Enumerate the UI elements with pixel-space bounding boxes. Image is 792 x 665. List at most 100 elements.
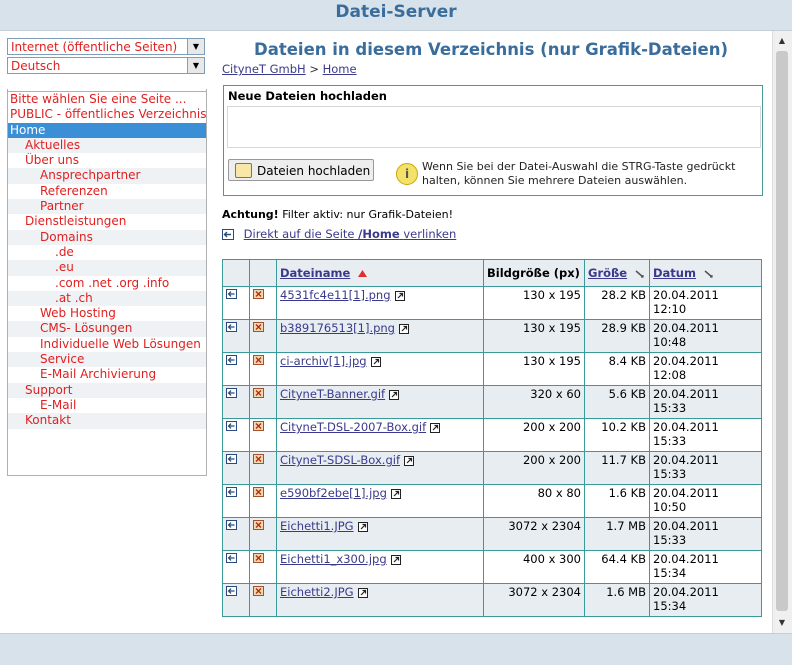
insert-icon[interactable] [226, 519, 237, 533]
filename-cell: Eichetti1.JPG [276, 517, 484, 551]
sidebar-item[interactable]: Domains [8, 229, 206, 245]
vertical-scrollbar[interactable]: ▲ ▼ [772, 31, 792, 633]
sidebar-item[interactable]: .de [8, 245, 206, 260]
open-external-icon[interactable] [391, 288, 405, 302]
file-link[interactable]: CityneT-Banner.gif [280, 387, 385, 401]
delete-icon[interactable] [253, 387, 264, 401]
sidebar-item[interactable]: PUBLIC - öffentliches Verzeichnis [8, 107, 206, 122]
dimensions-cell: 3072 x 2304 [483, 583, 585, 617]
sidebar-item[interactable]: Kontakt [8, 413, 206, 429]
file-link[interactable]: CityneT-SDSL-Box.gif [280, 453, 400, 467]
delete-icon[interactable] [253, 321, 264, 335]
sidebar-item[interactable]: Partner [8, 199, 206, 215]
site-select[interactable]: Internet (öffentliche Seiten) ▼ [7, 38, 205, 55]
chevron-down-icon[interactable]: ▼ [187, 58, 204, 73]
sort-by-date-link[interactable]: Datum [653, 266, 696, 280]
insert-cell [222, 583, 250, 617]
file-link[interactable]: Eichetti1.JPG [280, 519, 354, 533]
open-external-icon[interactable] [395, 321, 409, 335]
direct-link-row[interactable]: Direkt auf die Seite /Home verlinken [222, 227, 456, 241]
insert-icon[interactable] [226, 486, 237, 500]
sort-asc-icon [358, 270, 368, 277]
sidebar-item[interactable]: Support [8, 382, 206, 398]
scroll-down-icon[interactable]: ▼ [776, 617, 788, 629]
size-cell: 8.4 KB [584, 352, 650, 386]
open-external-icon[interactable] [354, 519, 368, 533]
file-link[interactable]: Eichetti1_x300.jpg [280, 552, 387, 566]
direct-link[interactable]: Direkt auf die Seite /Home verlinken [244, 227, 457, 241]
column-size[interactable]: Größe [584, 259, 650, 287]
sidebar-item[interactable]: E-Mail [8, 398, 206, 413]
sidebar-item[interactable]: Dienstleistungen [8, 214, 206, 229]
file-link[interactable]: 4531fc4e11[1].png [280, 288, 391, 302]
delete-icon[interactable] [253, 552, 264, 566]
open-external-icon[interactable] [354, 585, 368, 599]
size-cell: 1.6 MB [584, 583, 650, 617]
table-header-row: Dateiname Bildgröße (px) Größe Datum [222, 259, 762, 287]
sidebar-item[interactable]: Individuelle Web Lösungen [8, 337, 206, 352]
filename-cell: CityneT-Banner.gif [276, 385, 484, 419]
delete-cell [249, 418, 277, 452]
insert-icon[interactable] [226, 453, 237, 467]
sidebar-item[interactable]: .at .ch [8, 290, 206, 307]
date-value: 20.04.2011 [653, 486, 719, 500]
open-external-icon[interactable] [387, 486, 401, 500]
open-external-icon[interactable] [385, 387, 400, 401]
sort-by-name-link[interactable]: Dateiname [280, 266, 350, 280]
chevron-down-icon[interactable]: ▼ [187, 39, 204, 54]
upload-button[interactable]: Dateien hochladen [228, 159, 374, 181]
sort-by-size-link[interactable]: Größe [588, 266, 627, 280]
delete-icon[interactable] [253, 585, 264, 599]
insert-cell [222, 352, 250, 386]
sidebar-item[interactable]: CMS- Lösungen [8, 321, 206, 337]
table-row: Eichetti1.JPG 3072 x 2304 1.7 MB 20.04.2011… [222, 517, 762, 551]
file-link[interactable]: b389176513[1].png [280, 321, 395, 335]
delete-icon[interactable] [253, 354, 264, 368]
language-select[interactable]: Deutsch ▼ [7, 57, 205, 74]
delete-icon[interactable] [253, 519, 264, 533]
open-external-icon[interactable] [400, 453, 414, 467]
column-filename[interactable]: Dateiname [276, 259, 484, 287]
file-drop-area[interactable] [227, 106, 761, 148]
insert-icon[interactable] [226, 585, 237, 599]
breadcrumb-root-link[interactable]: CityneT GmbH [222, 62, 306, 76]
insert-icon[interactable] [226, 552, 237, 566]
insert-icon[interactable] [226, 387, 237, 401]
sidebar-item[interactable]: Home [8, 122, 206, 138]
sidebar-item[interactable]: E-Mail Archivierung [8, 367, 206, 382]
sidebar-item[interactable]: Aktuelles [8, 137, 206, 154]
app-title: Datei-Server [335, 2, 457, 22]
scrollbar-thumb[interactable] [776, 51, 788, 611]
sidebar-item[interactable]: Bitte wählen Sie eine Seite ... [8, 91, 206, 107]
scroll-up-icon[interactable]: ▲ [776, 35, 788, 47]
delete-icon[interactable] [253, 288, 264, 302]
sidebar-item[interactable]: Web Hosting [8, 306, 206, 321]
sidebar-item[interactable]: Über uns [8, 153, 206, 168]
breadcrumb-current-link[interactable]: Home [323, 62, 357, 76]
sidebar-item[interactable]: .com .net .org .info [8, 276, 206, 291]
insert-icon[interactable] [226, 420, 237, 434]
insert-cell [222, 385, 250, 419]
file-link[interactable]: e590bf2ebe[1].jpg [280, 486, 387, 500]
sidebar-item[interactable]: Service [8, 352, 206, 368]
sidebar-item[interactable]: .eu [8, 260, 206, 276]
breadcrumb: CityneT GmbH > Home [222, 62, 357, 76]
file-link[interactable]: ci-archiv[1].jpg [280, 354, 367, 368]
open-external-icon[interactable] [367, 354, 381, 368]
file-link[interactable]: CityneT-DSL-2007-Box.gif [280, 420, 426, 434]
insert-icon[interactable] [226, 354, 237, 368]
insert-icon[interactable] [226, 288, 237, 302]
delete-icon[interactable] [253, 420, 264, 434]
file-link[interactable]: Eichetti2.JPG [280, 585, 354, 599]
delete-icon[interactable] [253, 486, 264, 500]
date-value: 20.04.2011 [653, 420, 719, 434]
time-value: 15:34 [653, 566, 687, 580]
insert-icon[interactable] [226, 321, 237, 335]
sidebar-item[interactable]: Referenzen [8, 184, 206, 199]
column-date[interactable]: Datum [649, 259, 762, 287]
date-value: 20.04.2011 [653, 354, 719, 368]
open-external-icon[interactable] [387, 552, 401, 566]
open-external-icon[interactable] [426, 420, 441, 434]
sidebar-item[interactable]: Ansprechpartner [8, 168, 206, 184]
delete-icon[interactable] [253, 453, 264, 467]
